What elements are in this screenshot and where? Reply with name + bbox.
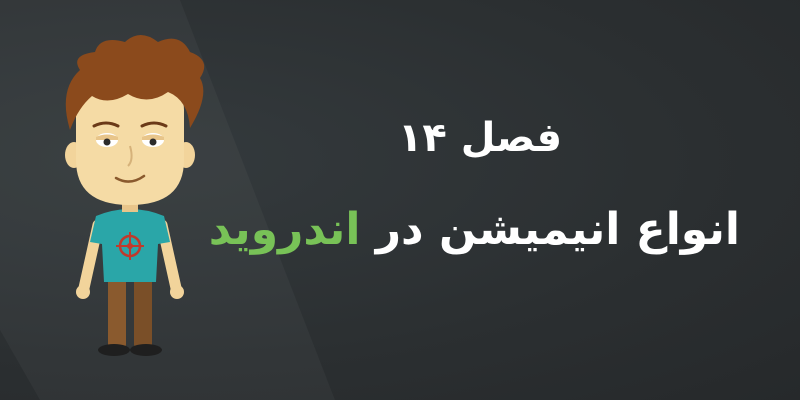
headline-accent: اندروید (208, 204, 361, 255)
cartoon-character-icon (65, 35, 205, 356)
headline-main: انواع انیمیشن در (360, 204, 740, 255)
chapter-label: فصل ۱۴ (397, 115, 563, 161)
title-block: فصل ۱۴ انواع انیمیشن در اندروید (209, 110, 740, 260)
banner: فصل ۱۴ انواع انیمیشن در اندروید (0, 0, 800, 400)
headline: انواع انیمیشن در اندروید (209, 200, 740, 260)
